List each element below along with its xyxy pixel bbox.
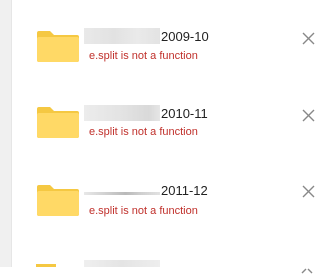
file-list-item: 2009-10 e.split is not a function [11, 10, 333, 86]
folder-icon [36, 29, 80, 63]
file-name: 2009-10 [161, 28, 209, 44]
redacted-name-prefix [84, 191, 160, 195]
file-name: 2010-11 [161, 105, 208, 121]
file-list-item-partial [11, 258, 333, 274]
error-message: e.split is not a function [89, 50, 198, 62]
file-name-line: 2009-10 [84, 27, 209, 45]
file-list-item: 2010-11 e.split is not a function [11, 86, 333, 162]
redacted-name-prefix [84, 28, 160, 44]
error-message: e.split is not a function [89, 126, 198, 138]
file-name: 2011-12 [161, 182, 208, 198]
redacted-name-prefix [84, 260, 160, 267]
close-icon[interactable] [301, 261, 313, 274]
folder-icon [36, 183, 80, 217]
error-message: e.split is not a function [89, 205, 198, 217]
file-list-item: 2011-12 e.split is not a function [11, 162, 333, 238]
folder-icon [36, 105, 80, 139]
file-name-line: 2011-12 [84, 181, 208, 199]
redacted-name-prefix [84, 105, 160, 121]
close-icon[interactable] [302, 32, 315, 45]
upload-file-list: 2009-10 e.split is not a function 2010-1… [0, 0, 333, 274]
file-name-line: 2010-11 [84, 104, 208, 122]
close-icon[interactable] [302, 185, 315, 198]
close-icon[interactable] [302, 109, 315, 122]
